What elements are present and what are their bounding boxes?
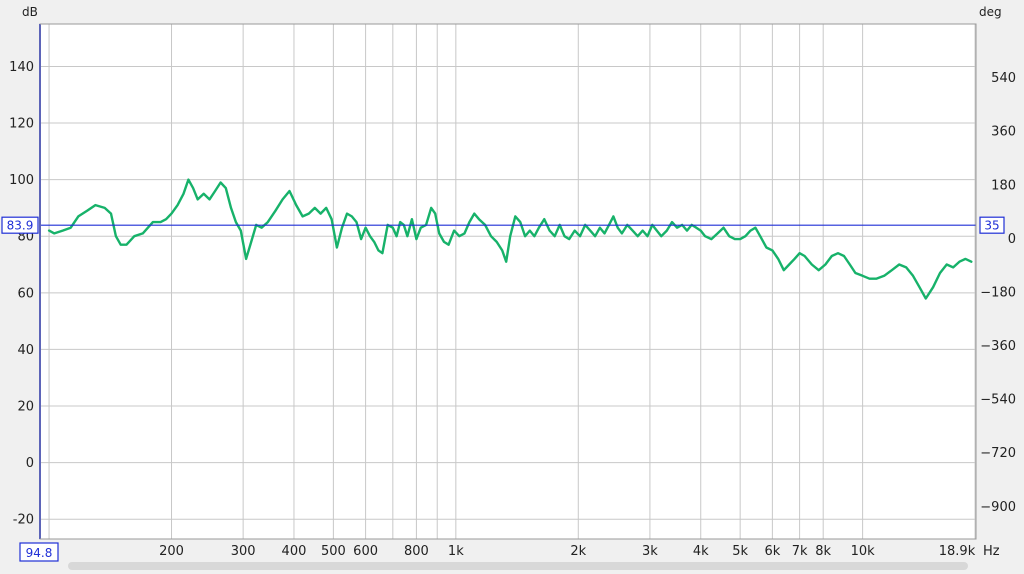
y-right-tick-label-360: 360 — [991, 125, 1016, 140]
y-right-tick-label-540: 540 — [991, 71, 1016, 86]
y-right-tick-label--540: −540 — [980, 393, 1016, 408]
y-tick-label-0: 0 — [26, 456, 34, 471]
x-tick-label-500: 500 — [321, 544, 346, 559]
x-tick-label-3k: 3k — [642, 544, 658, 559]
y-right-tick-label-180: 180 — [991, 178, 1016, 193]
y-right-tick-label--360: −360 — [980, 339, 1016, 354]
x-tick-label-200: 200 — [159, 544, 184, 559]
y-tick-label-140: 140 — [9, 60, 34, 75]
plot-area[interactable] — [40, 24, 976, 539]
x-tick-label-7k: 7k — [792, 544, 808, 559]
x-tick-label-10k: 10k — [851, 544, 876, 559]
x-tick-label-4k: 4k — [693, 544, 709, 559]
x-tick-label-5k: 5k — [732, 544, 748, 559]
x-end-label: 18.9k — [939, 544, 976, 559]
y-right-tick-label--180: −180 — [980, 285, 1016, 300]
y-tick-label-20: 20 — [17, 400, 34, 415]
y-right-tick-label--900: −900 — [980, 500, 1016, 515]
chart-window: 200 300 400 500 600 800 1k 2k 3k 4k 5k 6k 7k 8k 10k 140… — [0, 0, 1024, 570]
x-tick-label-1k: 1k — [448, 544, 464, 559]
y-tick-label-120: 120 — [9, 117, 34, 132]
right-axis-unit: deg — [979, 5, 1002, 19]
y-right-tick-label-0: 0 — [1008, 232, 1016, 247]
horizontal-scrollbar[interactable] — [68, 562, 968, 570]
frequency-response-chart[interactable]: 200 300 400 500 600 800 1k 2k 3k 4k 5k 6k 7k 8k 10k140… — [0, 0, 1024, 570]
x-tick-label-6k: 6k — [764, 544, 780, 559]
x-tick-label-600: 600 — [353, 544, 378, 559]
y-tick-label--20: -20 — [13, 513, 34, 528]
y-right-tick-label--720: −720 — [980, 446, 1016, 461]
x-tick-label-800: 800 — [404, 544, 429, 559]
left-axis-unit: dB — [22, 5, 38, 19]
cursor-deg-label: 35 — [984, 219, 999, 233]
x-tick-label-8k: 8k — [815, 544, 831, 559]
cursor-db-label: 83.9 — [7, 219, 34, 233]
y-tick-label-100: 100 — [9, 173, 34, 188]
x-tick-label-300: 300 — [231, 544, 256, 559]
y-tick-label-60: 60 — [17, 286, 34, 301]
x-start-label: 94.8 — [26, 546, 53, 560]
x-tick-label-400: 400 — [282, 544, 307, 559]
x-tick-label-2k: 2k — [570, 544, 586, 559]
y-tick-label-40: 40 — [17, 343, 34, 358]
x-axis-unit: Hz — [983, 544, 1000, 559]
